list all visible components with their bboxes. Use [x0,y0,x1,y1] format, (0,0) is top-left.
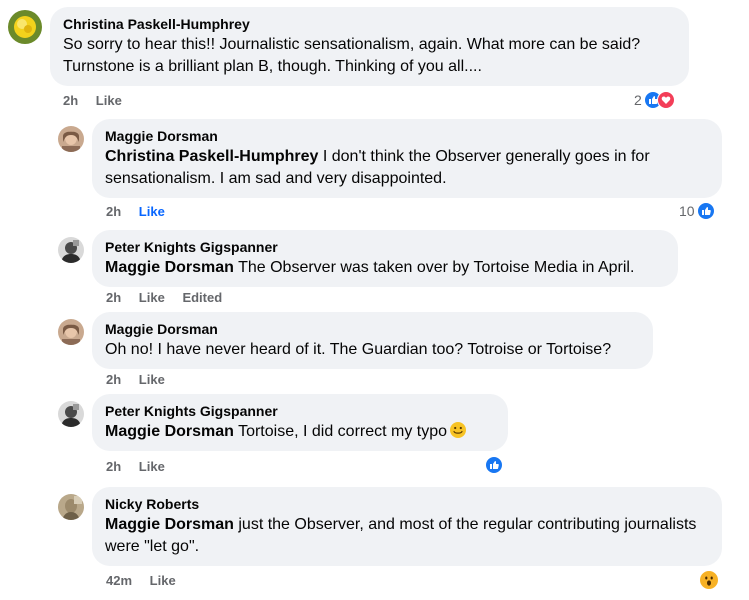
comment-text: So sorry to hear this!! Journalistic sen… [63,36,641,75]
reaction-summary[interactable]: 2 [634,91,675,109]
comment-body: Tortoise, I did correct my typo [233,423,448,440]
avatar[interactable] [58,401,84,427]
comment-bubble: Peter Knights Gigspanner Maggie Dorsman … [92,394,508,451]
comment-text: Maggie Dorsman The Observer was taken ov… [105,257,666,279]
comment-time[interactable]: 2h [106,204,121,219]
comment-bubble: Maggie Dorsman Oh no! I have never heard… [92,312,653,369]
mention[interactable]: Maggie Dorsman [105,516,234,533]
comment-author[interactable]: Nicky Roberts [105,495,710,514]
like-icon [485,456,503,474]
comment-time[interactable]: 2h [63,93,78,108]
comment-bubble: Christina Paskell-Humphrey So sorry to h… [50,7,689,86]
like-button[interactable]: Like [139,290,165,305]
avatar[interactable] [58,494,84,520]
comment-text: Maggie Dorsman Tortoise, I did correct m… [105,421,496,443]
avatar[interactable] [58,126,84,152]
comment-text: Christina Paskell-Humphrey I don't think… [105,146,710,190]
mention[interactable]: Maggie Dorsman [105,259,234,276]
comment-actions: 2h Like [63,93,136,108]
like-button[interactable]: Like [139,204,165,219]
reaction-summary[interactable] [699,570,719,590]
comment-text: Oh no! I have never heard of it. The Gua… [105,341,612,358]
avatar[interactable] [58,319,84,345]
comment-time[interactable]: 42m [106,573,132,588]
wow-icon [699,570,719,590]
like-icon [696,202,715,220]
comment-author[interactable]: Maggie Dorsman [105,320,641,339]
like-button[interactable]: Like [150,573,176,588]
like-button[interactable]: Like [139,459,165,474]
comment-body: The Observer was taken over by Tortoise … [233,259,635,276]
comment-author[interactable]: Peter Knights Gigspanner [105,238,666,257]
comment-author[interactable]: Maggie Dorsman [105,127,710,146]
comment-bubble: Peter Knights Gigspanner Maggie Dorsman … [92,230,678,287]
comment-actions: 2h Like [106,372,179,387]
like-button[interactable]: Like [139,372,165,387]
reaction-count: 10 [679,203,695,219]
comment-bubble: Nicky Roberts Maggie Dorsman just the Ob… [92,487,722,566]
like-button[interactable]: Like [96,93,122,108]
mention[interactable]: Maggie Dorsman [105,423,234,440]
comment-actions: 2h Like [106,459,179,474]
comment-author[interactable]: Peter Knights Gigspanner [105,402,496,421]
edited-label[interactable]: Edited [182,290,222,305]
comment-actions: 2h Like Edited [106,290,236,305]
avatar[interactable] [58,237,84,263]
love-icon [656,91,675,109]
comment-author[interactable]: Christina Paskell-Humphrey [63,15,677,34]
comment-time[interactable]: 2h [106,459,121,474]
comment-time[interactable]: 2h [106,372,121,387]
reaction-summary[interactable]: 10 [679,202,715,220]
avatar[interactable] [8,10,42,44]
comment-actions: 42m Like [106,573,190,588]
comment-actions: 2h Like [106,204,179,219]
reaction-summary[interactable] [485,456,503,474]
mention[interactable]: Christina Paskell-Humphrey [105,148,318,165]
smile-emoji-icon [450,422,467,438]
comment-text: Maggie Dorsman just the Observer, and mo… [105,514,710,558]
comment-bubble: Maggie Dorsman Christina Paskell-Humphre… [92,119,722,198]
reaction-count: 2 [634,92,642,108]
comment-time[interactable]: 2h [106,290,121,305]
